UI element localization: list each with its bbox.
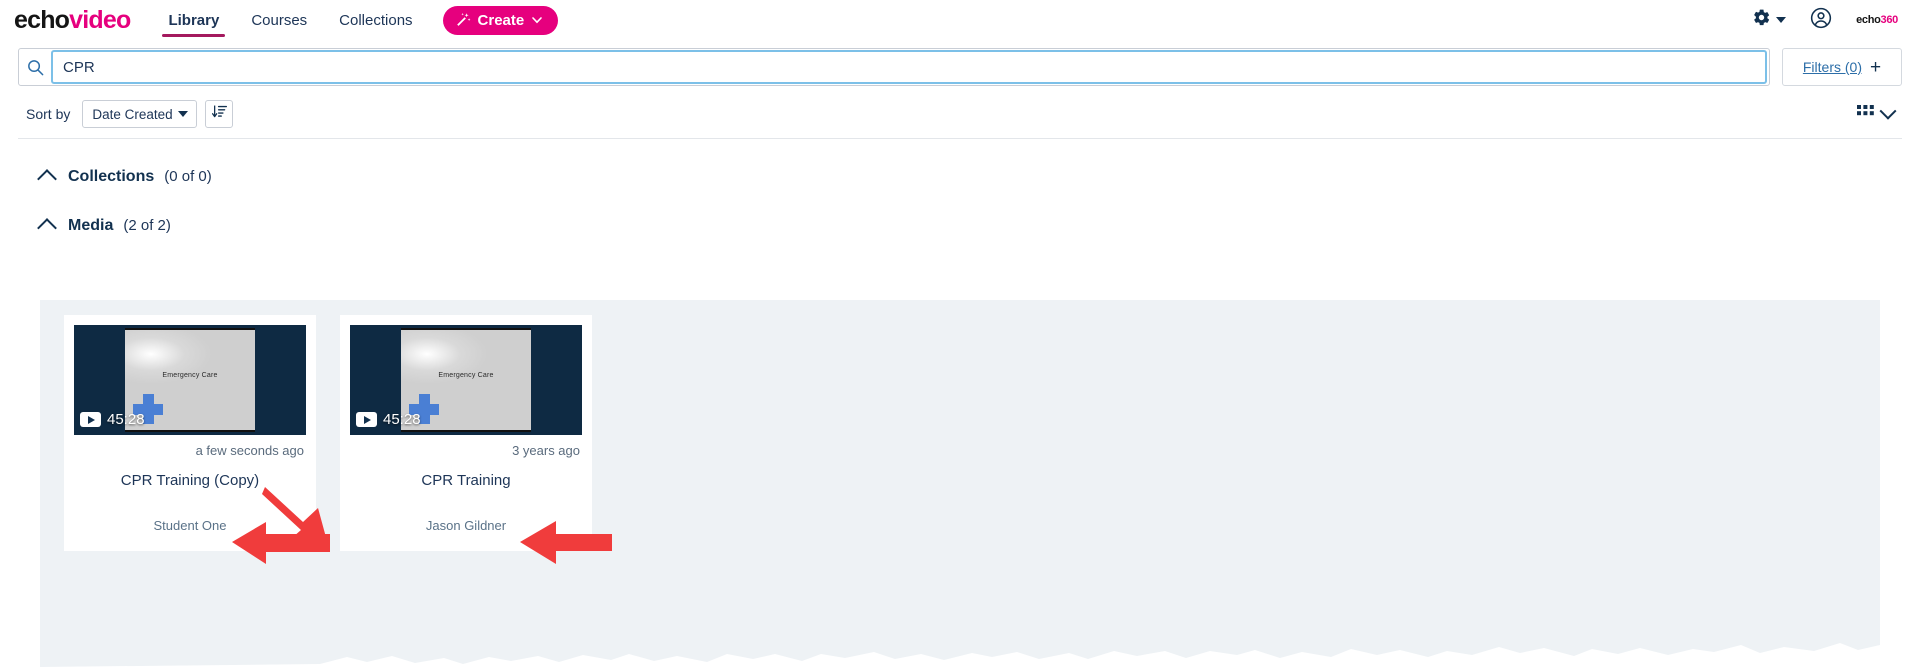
media-card[interactable]: Emergency Care 45:28 3 years ago CPR Tra… [340,315,592,551]
group-header-collections[interactable]: Collections (0 of 0) [0,167,1920,189]
chevron-up-icon [37,218,57,238]
nav-item-collections-label: Collections [339,11,413,29]
filters-label: Filters (0) [1802,59,1862,75]
chevron-up-icon [37,169,57,189]
main-nav: Library Courses Collections [162,0,414,40]
group-title-collections: Collections [68,167,155,185]
sort-descending-icon [211,103,228,125]
play-icon [80,412,101,427]
echo360-logo-part2: 360 [1880,14,1899,26]
view-mode-toggle[interactable] [1857,102,1902,124]
logo-text-video: video [69,5,131,34]
play-icon [356,412,377,427]
sort-by-label: Sort by [26,106,71,122]
divider [18,138,1902,139]
media-results-panel: Emergency Care 45:28 a few seconds ago C… [40,300,1880,667]
group-count-collections: (0 of 0) [164,168,212,185]
media-timestamp: a few seconds ago [195,443,304,458]
echovideo-logo[interactable]: echovideo [14,5,131,34]
search-box [18,48,1770,86]
media-thumbnail[interactable]: Emergency Care 45:28 [350,325,582,435]
account-button[interactable] [1810,7,1832,34]
user-avatar-icon [1810,7,1832,33]
torn-edge-decoration [40,643,1880,667]
nav-item-collections[interactable]: Collections [337,0,414,40]
chevron-down-icon [178,111,189,117]
top-bar-right-controls: echo360 [1752,7,1904,34]
nav-item-library-label: Library [168,11,220,29]
nav-item-courses[interactable]: Courses [249,0,309,40]
media-card-grid: Emergency Care 45:28 a few seconds ago C… [40,300,1880,551]
media-timestamp: 3 years ago [512,443,580,458]
sort-direction-button[interactable] [205,100,234,128]
search-icon[interactable] [19,58,51,77]
sort-field-value: Date Created [92,106,173,122]
search-row: Filters (0) + [0,40,1920,94]
media-owner[interactable]: Student One [74,490,306,551]
create-button-label: Create [477,11,525,29]
caret-down-icon [1776,17,1787,23]
thumbnail-slide-text: Emergency Care [162,372,218,379]
sort-field-select[interactable]: Date Created [82,100,198,128]
echo360-logo: echo360 [1856,14,1898,26]
media-title[interactable]: CPR Training [350,458,582,490]
media-owner[interactable]: Jason Gildner [350,490,582,551]
settings-menu-button[interactable] [1752,8,1787,32]
group-count-media: (2 of 2) [123,217,171,234]
plus-icon: + [1870,56,1882,78]
filters-button[interactable]: Filters (0) + [1782,48,1902,86]
media-card[interactable]: Emergency Care 45:28 a few seconds ago C… [64,315,316,551]
media-title[interactable]: CPR Training (Copy) [74,458,306,490]
gear-icon [1752,8,1771,32]
duration-badge: 45:28 [356,411,421,428]
search-input[interactable] [51,50,1767,84]
nav-item-courses-label: Courses [251,11,308,29]
chevron-down-icon [531,14,543,26]
group-header-media[interactable]: Media (2 of 2) [0,216,1920,238]
group-title-media: Media [68,216,114,234]
media-thumbnail[interactable]: Emergency Care 45:28 [74,325,306,435]
magic-wand-icon [455,12,471,28]
chevron-down-icon [1879,102,1897,120]
thumbnail-slide-text: Emergency Care [438,372,494,379]
nav-item-library[interactable]: Library [162,0,226,40]
sort-row: Sort by Date Created [0,94,1920,138]
logo-text-echo: echo [14,5,70,34]
duration-text: 45:28 [383,411,421,428]
duration-text: 45:28 [107,411,145,428]
echo360-logo-part1: echo [1856,14,1881,26]
duration-badge: 45:28 [80,411,145,428]
top-navigation-bar: echovideo Library Courses Collections Cr… [0,0,1920,40]
grid-view-icon [1857,104,1874,124]
create-button[interactable]: Create [442,5,559,35]
